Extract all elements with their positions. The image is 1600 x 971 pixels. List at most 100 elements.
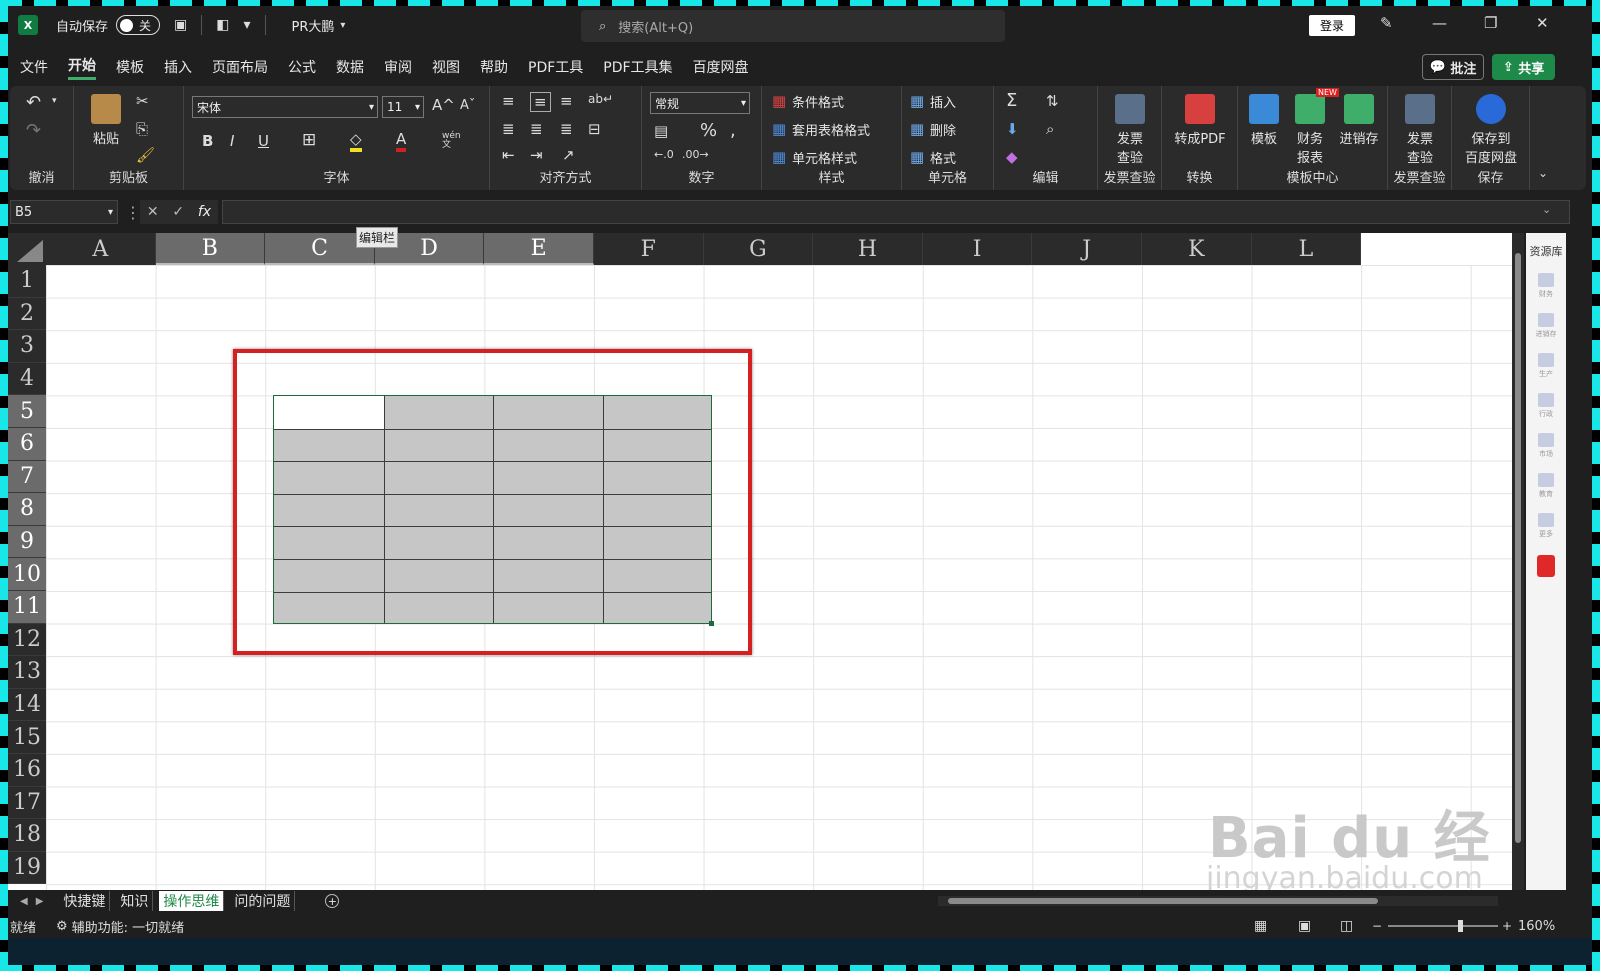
invoice-check-button-2[interactable]: 发票 查验 bbox=[1394, 94, 1446, 166]
underline-button[interactable]: U bbox=[258, 132, 269, 150]
font-shrink-icon[interactable]: Aˇ bbox=[460, 98, 475, 113]
side-panel-item-2[interactable]: 生产 bbox=[1526, 353, 1566, 379]
login-button[interactable]: 登录 bbox=[1309, 15, 1355, 36]
pen-icon[interactable]: ✎ bbox=[1380, 14, 1393, 32]
save-icon[interactable]: ▣ bbox=[174, 17, 187, 33]
align-right-icon[interactable]: ≣ bbox=[560, 120, 573, 138]
align-top-icon[interactable]: ≡ bbox=[502, 92, 515, 110]
menu-tab-10[interactable]: PDF工具 bbox=[528, 57, 583, 77]
menu-tab-11[interactable]: PDF工具集 bbox=[603, 57, 672, 77]
zoom-slider[interactable] bbox=[1388, 920, 1498, 932]
cell-style-button[interactable]: 单元格样式 bbox=[792, 148, 857, 167]
insert-function-button[interactable]: fx bbox=[198, 204, 211, 220]
comment-button[interactable]: 💬 批注 bbox=[1422, 54, 1484, 80]
percent-icon[interactable]: % bbox=[700, 120, 717, 141]
column-header-k[interactable]: K bbox=[1142, 233, 1252, 265]
restore-icon[interactable]: ❐ bbox=[1484, 14, 1497, 32]
row-header-10[interactable]: 10 bbox=[8, 558, 46, 591]
menu-tab-0[interactable]: 文件 bbox=[20, 57, 48, 77]
border-icon[interactable]: ⊞ bbox=[302, 130, 316, 150]
font-grow-icon[interactable]: A^ bbox=[432, 96, 455, 114]
bold-button[interactable]: B bbox=[202, 132, 213, 150]
finance-report-button[interactable]: 财务 报表 bbox=[1288, 94, 1332, 166]
menu-tab-2[interactable]: 模板 bbox=[116, 57, 144, 77]
cancel-icon[interactable]: ✕ bbox=[147, 204, 159, 220]
row-header-19[interactable]: 19 bbox=[8, 851, 46, 885]
side-panel-item-6[interactable]: 更多 bbox=[1526, 513, 1566, 539]
row-header-13[interactable]: 13 bbox=[8, 656, 46, 689]
table-format-button[interactable]: 套用表格格式 bbox=[792, 120, 870, 139]
accessibility-status[interactable]: 辅助功能: 一切就绪 bbox=[72, 917, 185, 936]
delete-cells-button[interactable]: 删除 bbox=[930, 120, 956, 139]
column-header-l[interactable]: L bbox=[1251, 233, 1362, 265]
zoom-in-icon[interactable]: + bbox=[1502, 919, 1512, 933]
side-panel-item-5[interactable]: 教育 bbox=[1526, 473, 1566, 499]
inventory-button[interactable]: 进销存 bbox=[1334, 94, 1384, 147]
sheet-tab-2[interactable]: 操作思维 bbox=[159, 891, 225, 911]
row-header-3[interactable]: 3 bbox=[8, 330, 46, 363]
menu-tab-1[interactable]: 开始 bbox=[68, 55, 96, 80]
currency-icon[interactable]: ▤ bbox=[654, 122, 668, 140]
page-break-icon[interactable]: ◫ bbox=[1340, 918, 1353, 934]
add-sheet-icon[interactable]: + bbox=[325, 894, 340, 908]
column-header-i[interactable]: I bbox=[922, 233, 1033, 265]
row-header-1[interactable]: 1 bbox=[8, 265, 46, 298]
font-size-select[interactable]: 11 ▾ bbox=[382, 96, 424, 118]
next-sheet-icon[interactable]: ▶ bbox=[36, 896, 44, 907]
copy-icon[interactable]: ⎘ bbox=[136, 120, 148, 138]
share-button[interactable]: ⇪ 共享 bbox=[1492, 54, 1555, 80]
cut-icon[interactable]: ✂ bbox=[136, 92, 149, 110]
spreadsheet-grid[interactable]: Bai du 经验 jingyan.baidu.com ABCDEFGHIJKL… bbox=[8, 233, 1512, 890]
side-panel-item-3[interactable]: 行政 bbox=[1526, 393, 1566, 419]
align-bottom-icon[interactable]: ≡ bbox=[560, 92, 573, 110]
increase-indent-icon[interactable]: ⇥ bbox=[530, 146, 543, 164]
menu-tab-7[interactable]: 审阅 bbox=[384, 57, 412, 77]
invoice-check-button[interactable]: 发票 查验 bbox=[1104, 94, 1156, 166]
chevron-down-icon[interactable]: ▾ bbox=[340, 20, 345, 31]
clear-icon[interactable]: ◆ bbox=[1006, 148, 1018, 166]
comma-icon[interactable]: , bbox=[730, 120, 736, 141]
menu-tab-9[interactable]: 帮助 bbox=[480, 57, 508, 77]
column-header-j[interactable]: J bbox=[1032, 233, 1142, 265]
column-header-a[interactable]: A bbox=[46, 233, 156, 265]
row-header-11[interactable]: 11 bbox=[8, 591, 46, 624]
menu-tab-12[interactable]: 百度网盘 bbox=[693, 57, 749, 77]
expand-formula-icon[interactable]: ⌄ bbox=[1542, 203, 1551, 216]
row-header-18[interactable]: 18 bbox=[8, 819, 46, 852]
name-box[interactable]: B5 ▾ bbox=[10, 200, 118, 224]
row-header-14[interactable]: 14 bbox=[8, 688, 46, 722]
side-panel-item-1[interactable]: 进销存 bbox=[1526, 313, 1566, 339]
sort-filter-icon[interactable]: ⇅ bbox=[1046, 92, 1059, 110]
align-center-icon[interactable]: ≣ bbox=[530, 120, 543, 138]
increase-decimal-icon[interactable]: ←.0 bbox=[654, 148, 674, 161]
column-header-h[interactable]: H bbox=[813, 233, 923, 265]
autosave-toggle[interactable]: 关 bbox=[116, 15, 161, 35]
row-header-15[interactable]: 15 bbox=[8, 721, 46, 754]
font-name-select[interactable]: 宋体 ▾ bbox=[192, 96, 378, 118]
prev-sheet-icon[interactable]: ◀ bbox=[20, 896, 28, 907]
normal-view-icon[interactable]: ▦ bbox=[1254, 918, 1267, 934]
layout-icon[interactable]: ◧ bbox=[216, 17, 229, 33]
row-header-12[interactable]: 12 bbox=[8, 623, 46, 657]
row-header-17[interactable]: 17 bbox=[8, 786, 46, 820]
zoom-level[interactable]: 160% bbox=[1518, 919, 1555, 934]
column-header-g[interactable]: G bbox=[703, 233, 814, 265]
decrease-indent-icon[interactable]: ⇤ bbox=[502, 146, 515, 164]
to-pdf-button[interactable]: 转成PDF bbox=[1166, 94, 1234, 147]
column-header-f[interactable]: F bbox=[594, 233, 704, 265]
redo-icon[interactable]: ↷ bbox=[26, 120, 41, 141]
formula-input[interactable] bbox=[222, 200, 1570, 224]
column-header-e[interactable]: E bbox=[484, 233, 594, 265]
sheet-tab-0[interactable]: 快捷键 bbox=[59, 891, 111, 911]
autosum-icon[interactable]: Σ bbox=[1006, 90, 1017, 111]
row-header-2[interactable]: 2 bbox=[8, 297, 46, 331]
font-color-icon[interactable]: A bbox=[396, 130, 407, 152]
row-header-6[interactable]: 6 bbox=[8, 428, 46, 461]
menu-tab-3[interactable]: 插入 bbox=[164, 57, 192, 77]
orientation-icon[interactable]: ↗ bbox=[562, 146, 575, 164]
fill-color-icon[interactable]: ◇ bbox=[350, 130, 362, 152]
column-header-b[interactable]: B bbox=[155, 233, 266, 265]
insert-cells-button[interactable]: 插入 bbox=[930, 92, 956, 111]
document-name[interactable]: PR大鹏 bbox=[292, 16, 335, 35]
side-panel-item-4[interactable]: 市场 bbox=[1526, 433, 1566, 459]
